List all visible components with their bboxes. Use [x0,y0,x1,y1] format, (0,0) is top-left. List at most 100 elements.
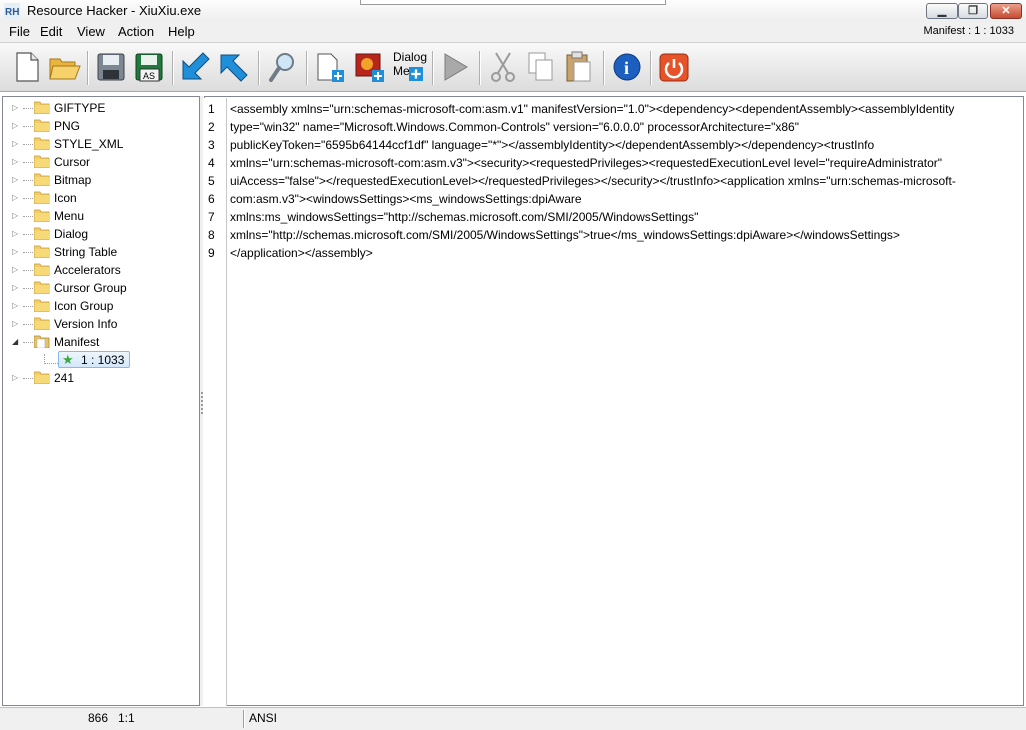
code-line: xmlns="urn:schemas-microsoft-com:asm.v3"… [230,156,943,170]
maximize-button[interactable]: ❐ [958,3,988,19]
tree-item-label: Icon [54,191,77,205]
folder-icon [34,155,50,168]
menu-file[interactable]: File [9,24,30,39]
tree-item-label: Cursor [54,155,91,169]
tree-item-dialog[interactable]: ▷ Dialog [3,225,199,243]
folder-icon [34,191,50,204]
svg-text:RH: RH [5,7,19,18]
open-folder-icon[interactable] [47,49,81,85]
add-resource-icon[interactable] [313,49,347,85]
collapsed-arrow-icon[interactable]: ▷ [12,103,18,112]
info-glyph: i [624,58,629,78]
tree-item-label: Menu [54,209,85,223]
copy-icon[interactable] [524,49,558,85]
expanded-arrow-icon[interactable]: ◢ [12,337,18,346]
window-title: Resource Hacker - XiuXiu.exe [27,3,202,18]
compile-play-icon[interactable] [439,49,473,85]
status-bar: 866 1:1 ANSI [0,707,1026,730]
tree-item-giftype[interactable]: ▷ GIFTYPE [3,99,199,117]
collapsed-arrow-icon[interactable]: ▷ [12,175,18,184]
tree-item-bitmap[interactable]: ▷ Bitmap [3,171,199,189]
line-number: 3 [208,138,215,152]
tree-item-manifest-1-1033[interactable]: ★ 1 : 1033 [58,351,130,368]
tree-item-menu[interactable]: ▷ Menu [3,207,199,225]
code-line: type="win32" name="Microsoft.Windows.Com… [230,120,799,134]
folder-icon [34,209,50,222]
resource-tree[interactable]: ▷ GIFTYPE ▷ PNG ▷ STYLE_XML ▷ Cursor ▷ Bitmap ▷ Ico… [2,96,200,706]
code-line: uiAccess="false"></requestedExecutionLev… [230,174,956,188]
new-icon[interactable] [10,49,44,85]
collapsed-arrow-icon[interactable]: ▷ [12,247,18,256]
save-as-icon[interactable]: AS [132,49,166,85]
line-number: 4 [208,156,215,170]
minimize-button[interactable]: ▁ [926,3,958,19]
tree-item-version-info[interactable]: ▷ Version Info [3,315,199,333]
tree-item-manifest[interactable]: ◢ Manifest [3,333,199,351]
tree-item-label: Icon Group [54,299,114,313]
forward-arrow-icon[interactable] [217,49,251,85]
tree-item-label: 241 [54,371,75,385]
close-button[interactable]: ✕ [990,3,1022,19]
cut-icon[interactable] [486,49,520,85]
tree-item-label: 1 : 1033 [81,353,125,367]
back-arrow-icon[interactable] [179,49,213,85]
line-number: 2 [208,120,215,134]
paste-icon[interactable] [562,49,596,85]
collapsed-arrow-icon[interactable]: ▷ [12,157,18,166]
line-number: 7 [208,210,215,224]
code-line: xmlns:ms_windowsSettings="http://schemas… [230,210,699,224]
tree-item-241[interactable]: ▷ 241 [3,369,199,387]
folder-icon [34,173,50,186]
save-as-label: AS [143,71,155,81]
collapsed-arrow-icon[interactable]: ▷ [12,283,18,292]
collapsed-arrow-icon[interactable]: ▷ [12,229,18,238]
menu-edit[interactable]: Edit [40,24,62,39]
line-number-gutter [204,98,227,706]
tree-item-label: STYLE_XML [54,137,124,151]
tree-connector [44,363,58,364]
tree-item-cursor[interactable]: ▷ Cursor [3,153,199,171]
collapsed-arrow-icon[interactable]: ▷ [12,193,18,202]
collapsed-arrow-icon[interactable]: ▷ [12,121,18,130]
menu-help[interactable]: Help [168,24,195,39]
tree-item-icon-group[interactable]: ▷ Icon Group [3,297,199,315]
save-icon[interactable] [94,49,128,85]
collapsed-arrow-icon[interactable]: ▷ [12,319,18,328]
exit-power-icon[interactable] [657,49,691,85]
folder-icon [34,263,50,276]
status-cursor-position: 1:1 [118,711,135,725]
info-icon[interactable]: i [610,49,644,85]
minimize-icon: ▁ [937,5,947,17]
add-dialog-menu-icon[interactable]: Dialog Me [391,49,427,85]
code-line: </application></assembly> [230,246,373,260]
toolbar: AS Dialog Me i [0,42,1026,92]
find-icon[interactable] [265,49,299,85]
tree-item-icon[interactable]: ▷ Icon [3,189,199,207]
folder-icon [34,371,50,384]
title-bar: RH Resource Hacker - XiuXiu.exe ▁ ❐ ✕ [0,0,1026,22]
tree-item-label: Version Info [54,317,118,331]
collapsed-arrow-icon[interactable]: ▷ [12,139,18,148]
folder-icon [34,245,50,258]
code-line: com:asm.v3"><windowsSettings><ms_windows… [230,192,582,206]
open-folder-icon [34,335,50,348]
line-number: 1 [208,102,215,116]
menu-view[interactable]: View [77,24,105,39]
add-image-resource-icon[interactable] [353,49,387,85]
collapsed-arrow-icon[interactable]: ▷ [12,265,18,274]
tree-item-png[interactable]: ▷ PNG [3,117,199,135]
menu-bar: File Edit View Action Help Manifest : 1 … [0,22,1026,42]
tree-item-string-table[interactable]: ▷ String Table [3,243,199,261]
plus-icon [409,67,423,81]
collapsed-arrow-icon[interactable]: ▷ [12,301,18,310]
tree-item-style-xml[interactable]: ▷ STYLE_XML [3,135,199,153]
collapsed-arrow-icon[interactable]: ▷ [12,211,18,220]
menu-action[interactable]: Action [118,24,154,39]
tree-item-accelerators[interactable]: ▷ Accelerators [3,261,199,279]
status-encoding: ANSI [249,711,278,725]
line-number: 6 [208,192,215,206]
collapsed-arrow-icon[interactable]: ▷ [12,373,18,382]
tree-item-label: Accelerators [54,263,121,277]
tree-item-cursor-group[interactable]: ▷ Cursor Group [3,279,199,297]
tree-item-label: Manifest [54,335,100,349]
